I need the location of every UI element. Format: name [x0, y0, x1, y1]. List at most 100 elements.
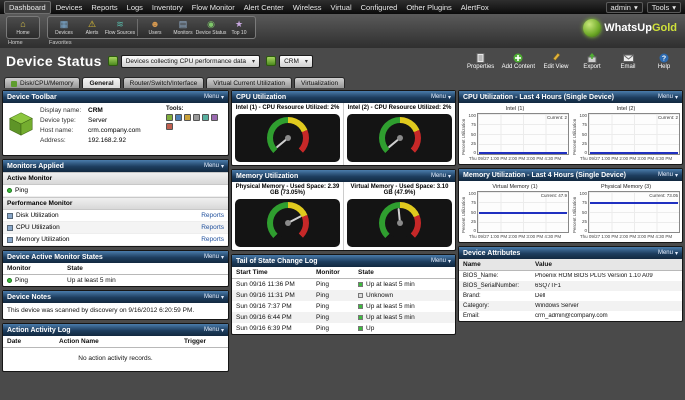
page-title: Device Status	[6, 53, 102, 69]
tool-icon[interactable]	[202, 114, 209, 121]
quick-top10[interactable]: ★ Top 10	[226, 19, 252, 36]
tools-label: Tools:	[166, 106, 224, 112]
y-axis-label: Percent Utilization	[461, 113, 467, 155]
chart-plot-area: Current: 2	[477, 113, 569, 155]
attribute-row[interactable]: Brand:Dell	[459, 291, 682, 301]
nav-virtual[interactable]: Virtual	[327, 2, 356, 13]
attribute-row[interactable]: BIOS_Name:Phoenix ROM BIOS PLUS Version …	[459, 271, 682, 281]
tab-general[interactable]: General	[82, 77, 120, 88]
email-button[interactable]: Email	[613, 52, 643, 70]
edit-view-button[interactable]: Edit View	[541, 52, 571, 70]
active-monitor-row[interactable]: Ping	[3, 185, 228, 197]
attribute-row[interactable]: Email:crm_admin@company.com	[459, 311, 682, 321]
export-button[interactable]: Export	[577, 52, 607, 70]
tool-icon[interactable]	[175, 114, 182, 121]
home-icon: ⌂	[20, 19, 25, 30]
add-content-button[interactable]: Add Content	[502, 52, 535, 70]
quick-alerts[interactable]: ⚠ Alerts	[79, 19, 105, 36]
nav-configured[interactable]: Configured	[357, 2, 402, 13]
nav-other-plugins[interactable]: Other Plugins	[402, 2, 455, 13]
nav-dashboard[interactable]: Dashboard	[4, 1, 51, 14]
nav-flow-monitor[interactable]: Flow Monitor	[188, 2, 239, 13]
user-menu[interactable]: admin▾	[606, 2, 643, 13]
nav-inventory[interactable]: Inventory	[148, 2, 187, 13]
nav-alertfox[interactable]: AlertFox	[457, 2, 493, 13]
whatsup-gold-logo: WhatsUpGold	[583, 19, 677, 37]
panel-menu-button[interactable]: Menu▾	[431, 173, 451, 180]
panel-menu-button[interactable]: Menu▾	[431, 258, 451, 265]
virtual-memory-chart: Virtual Memory (1) Percent Utilization 1…	[461, 184, 569, 240]
nav-devices[interactable]: Devices	[52, 2, 87, 13]
tools-menu[interactable]: Tools▾	[647, 2, 681, 13]
monitor-name: Ping	[15, 187, 28, 194]
gauge-caption: Intel (1) - CPU Resource Utilized: 2%	[232, 103, 343, 113]
tool-icon[interactable]	[166, 123, 173, 130]
panel-menu-button[interactable]: Menu▾	[204, 327, 224, 334]
state-log-row[interactable]: Sun 09/16 6:44 PMPingUp at least 5 min	[232, 312, 455, 323]
tab-virtual-current-utilization[interactable]: Virtual Current Utilization	[206, 77, 292, 88]
device-selector-label: CRM	[284, 58, 299, 65]
nav-alert-center[interactable]: Alert Center	[240, 2, 288, 13]
tool-icon[interactable]	[211, 114, 218, 121]
chevron-down-icon: ▾	[448, 94, 451, 101]
quick-flow-sources[interactable]: ≋ Flow Sources	[107, 19, 133, 36]
help-button[interactable]: ? Help	[649, 52, 679, 70]
nav-wireless[interactable]: Wireless	[289, 2, 326, 13]
performance-monitor-row[interactable]: Disk UtilizationReports	[3, 210, 228, 222]
action-activity-log-panel: Action Activity LogMenu▾ DateAction Name…	[2, 323, 229, 372]
performance-monitor-row[interactable]: Memory UtilizationReports	[3, 234, 228, 246]
attribute-value: crm_admin@company.com	[535, 313, 678, 319]
help-label: Help	[658, 64, 670, 70]
state-log-row[interactable]: Sun 09/16 11:31 PMPingUnknown	[232, 290, 455, 301]
tab-virtualization[interactable]: Virtualization	[294, 77, 345, 88]
reports-link[interactable]: Reports	[201, 236, 224, 243]
attribute-row[interactable]: BIOS_SerialNumber:6SQ7TF1	[459, 281, 682, 291]
state-log-row[interactable]: Sun 09/16 7:37 PMPingUp at least 5 min	[232, 301, 455, 312]
start-time-cell: Sun 09/16 6:44 PM	[236, 314, 316, 321]
reports-link[interactable]: Reports	[201, 212, 224, 219]
panel-menu-button[interactable]: Menu▾	[204, 254, 224, 261]
middle-column: CPU UtilizationMenu▾ Intel (1) - CPU Res…	[231, 90, 456, 335]
tab-disk-cpu-memory[interactable]: Disk/CPU/Memory	[4, 77, 80, 88]
gauge-caption: Physical Memory - Used Space: 2.39 GB (7…	[232, 182, 343, 198]
tab-router-switch-interface[interactable]: Router/Switch/Interface	[123, 77, 205, 88]
quick-users-label: Users	[148, 30, 161, 36]
device-selector[interactable]: CRM▾	[266, 55, 313, 68]
state-log-row[interactable]: Sun 09/16 11:36 PMPingUp at least 5 min	[232, 279, 455, 290]
nav-reports[interactable]: Reports	[87, 2, 121, 13]
export-icon	[587, 52, 598, 63]
quick-users[interactable]: ☻ Users	[142, 19, 168, 36]
monitors-icon: ▤	[179, 19, 188, 30]
tool-icon[interactable]	[166, 114, 173, 121]
panel-menu-button[interactable]: Menu▾	[204, 94, 224, 101]
attribute-name: Brand:	[463, 293, 535, 299]
properties-button[interactable]: Properties	[466, 52, 496, 70]
state-log-row[interactable]: Sun 09/16 6:39 PMPingUp	[232, 323, 455, 334]
nav-logs[interactable]: Logs	[123, 2, 147, 13]
panel-menu-button[interactable]: Menu▾	[204, 163, 224, 170]
y-axis-label: Percent Utilization	[572, 191, 578, 233]
x-axis-labels: Thu 09/27 1:00 PM 2:00 PM 3:00 PM 4:30 P…	[461, 155, 569, 162]
panel-menu-button[interactable]: Menu▾	[658, 250, 678, 257]
reports-link[interactable]: Reports	[201, 224, 224, 231]
device-group-selector[interactable]: Devices collecting CPU performance data▾	[108, 55, 260, 68]
panel-menu-button[interactable]: Menu▾	[204, 294, 224, 301]
edit-view-icon	[551, 52, 562, 63]
monitor-cell: Ping	[316, 303, 358, 310]
quick-devices[interactable]: ▦ Devices	[51, 19, 77, 36]
tool-icon[interactable]	[184, 114, 191, 121]
quick-device-status[interactable]: ◉ Device Status	[198, 19, 224, 36]
panel-menu-button[interactable]: Menu▾	[431, 94, 451, 101]
quick-monitors[interactable]: ▤ Monitors	[170, 19, 196, 36]
monitor-state-row[interactable]: Ping Up at least 5 min	[3, 275, 228, 286]
email-icon	[623, 52, 634, 63]
quick-home[interactable]: ⌂ Home	[10, 19, 36, 36]
y-axis-label: Percent Utilization	[461, 191, 467, 233]
state-cell: Up at least 5 min	[366, 281, 415, 288]
attribute-row[interactable]: Category:Windows Server	[459, 301, 682, 311]
panel-menu-button[interactable]: Menu▾	[658, 94, 678, 101]
performance-monitor-row[interactable]: CPU UtilizationReports	[3, 222, 228, 234]
panel-menu-button[interactable]: Menu▾	[658, 172, 678, 179]
tool-icon[interactable]	[193, 114, 200, 121]
active-monitor-header: Active Monitor	[3, 172, 228, 185]
